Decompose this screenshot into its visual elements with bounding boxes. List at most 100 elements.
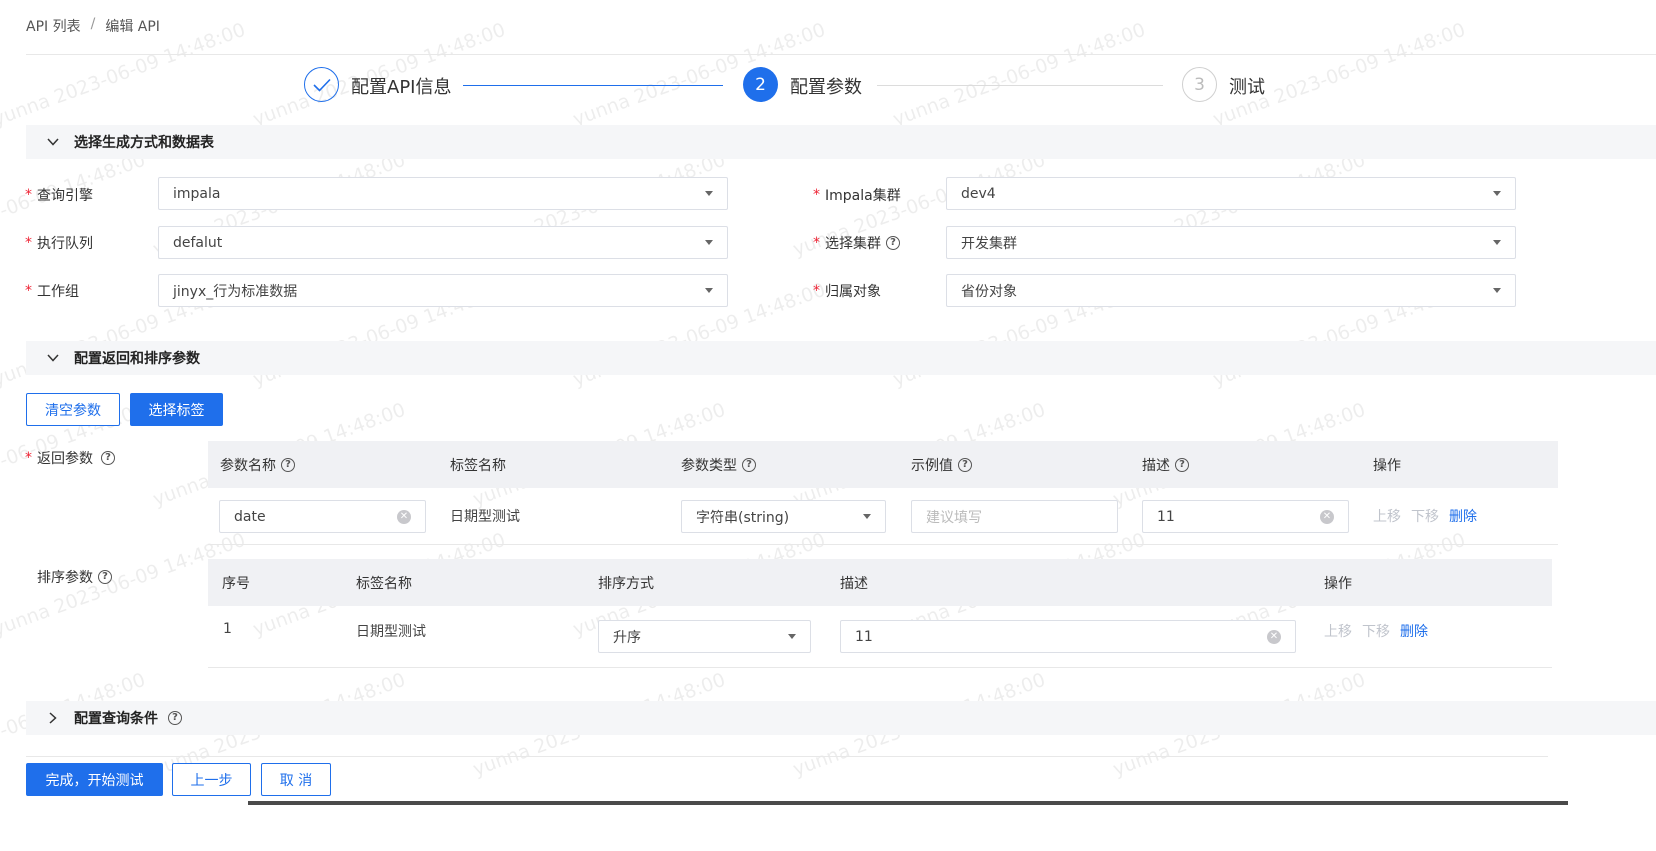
index-cell: 1 <box>223 621 232 637</box>
breadcrumb: API 列表 / 编辑 API <box>26 16 160 36</box>
breadcrumb-separator: / <box>90 16 96 32</box>
breadcrumb-root[interactable]: API 列表 <box>26 16 81 36</box>
clear-icon[interactable]: ✕ <box>1320 509 1334 524</box>
col-example: 示例值? <box>911 441 972 488</box>
table-header: 参数名称? 标签名称 参数类型? 示例值? 描述? 操作 <box>208 441 1558 488</box>
delete-button[interactable]: 删除 <box>1400 621 1428 641</box>
col-index: 序号 <box>222 575 250 592</box>
workgroup-select[interactable]: jinyx_行为标准数据 <box>158 274 728 307</box>
clear-params-button[interactable]: 清空参数 <box>26 393 120 426</box>
desc-input[interactable]: 11 ✕ <box>1142 500 1349 533</box>
sort-params-label: 排序参数? <box>37 567 112 587</box>
clear-icon[interactable]: ✕ <box>1267 629 1281 644</box>
step-connector-1 <box>463 85 723 86</box>
queue-select[interactable]: defalut <box>158 226 728 259</box>
help-icon[interactable]: ? <box>98 570 112 584</box>
footer-divider <box>26 756 1548 757</box>
impala-cluster-select[interactable]: dev4 <box>946 177 1516 210</box>
return-params-label: * 返回参数? <box>25 448 115 468</box>
col-ops: 操作 <box>1324 575 1352 592</box>
step-2-label: 配置参数 <box>790 77 862 98</box>
caret-down-icon <box>1493 191 1501 196</box>
caret-down-icon <box>705 191 713 196</box>
param-name-input[interactable]: date ✕ <box>219 500 426 533</box>
help-icon[interactable]: ? <box>958 457 972 472</box>
example-input[interactable]: 建议填写 <box>911 500 1118 533</box>
required-mark: * <box>25 450 32 466</box>
help-icon[interactable]: ? <box>886 236 900 250</box>
engine-label: * 查询引擎 <box>25 187 93 204</box>
tag-name-cell: 日期型测试 <box>450 509 520 525</box>
help-icon[interactable]: ? <box>101 451 115 465</box>
breadcrumb-current: 编辑 API <box>105 19 160 35</box>
col-ops: 操作 <box>1373 457 1401 474</box>
move-down-button[interactable]: 下移 <box>1411 506 1439 526</box>
caret-down-icon <box>705 240 713 245</box>
help-icon[interactable]: ? <box>281 457 295 472</box>
move-down-button[interactable]: 下移 <box>1362 621 1390 641</box>
tag-name-cell: 日期型测试 <box>356 624 426 640</box>
col-tag-name: 标签名称 <box>450 457 506 474</box>
select-cluster-select[interactable]: 开发集群 <box>946 226 1516 259</box>
required-mark: * <box>25 187 32 203</box>
move-up-button[interactable]: 上移 <box>1373 506 1401 526</box>
horizontal-scrollbar[interactable] <box>248 801 1568 805</box>
owner-select[interactable]: 省份对象 <box>946 274 1516 307</box>
step-connector-2 <box>877 85 1163 86</box>
engine-select[interactable]: impala <box>158 177 728 210</box>
caret-down-icon <box>863 514 871 519</box>
section-datasource-header[interactable]: 选择生成方式和数据表 <box>26 125 1656 159</box>
required-mark: * <box>25 283 32 299</box>
sort-desc-input[interactable]: 11 ✕ <box>840 620 1296 653</box>
required-mark: * <box>25 235 32 251</box>
section-title: 配置查询条件 <box>74 711 158 727</box>
step-3-number: 3 <box>1182 67 1217 102</box>
step-3-label: 测试 <box>1229 77 1265 98</box>
workgroup-label: * 工作组 <box>25 283 79 300</box>
caret-down-icon <box>1493 288 1501 293</box>
step-2-number: 2 <box>743 67 778 102</box>
section-title: 选择生成方式和数据表 <box>74 135 214 151</box>
required-mark: * <box>813 235 820 251</box>
caret-down-icon <box>788 634 796 639</box>
step-1-check-icon <box>304 67 339 102</box>
section-title: 配置返回和排序参数 <box>74 351 200 367</box>
help-icon[interactable]: ? <box>1175 457 1189 472</box>
impala-cluster-label: * Impala集群 <box>813 187 901 204</box>
help-icon[interactable]: ? <box>742 457 756 472</box>
section-params-header[interactable]: 配置返回和排序参数 <box>26 341 1656 375</box>
table-header: 序号 标签名称 排序方式 描述 操作 <box>208 559 1552 606</box>
finish-test-button[interactable]: 完成，开始测试 <box>26 763 163 796</box>
header-divider <box>26 54 1656 55</box>
queue-label: * 执行队列 <box>25 235 93 252</box>
section-query-conditions-header[interactable]: 配置查询条件 ? <box>26 701 1656 735</box>
cancel-button[interactable]: 取 消 <box>261 763 331 796</box>
select-tags-button[interactable]: 选择标签 <box>130 393 223 426</box>
required-mark: * <box>813 283 820 299</box>
clear-icon[interactable]: ✕ <box>397 509 411 524</box>
col-tag-name: 标签名称 <box>356 575 412 592</box>
watermark-text: yunna 2023-06-09 14:48:00 <box>890 18 1149 131</box>
row-divider <box>208 667 1552 668</box>
param-type-select[interactable]: 字符串(string) <box>681 500 886 533</box>
row-divider <box>208 544 1558 545</box>
required-mark: * <box>813 187 820 203</box>
caret-down-icon <box>705 288 713 293</box>
return-params-table: 参数名称? 标签名称 参数类型? 示例值? 描述? 操作 date ✕ 日期型测试… <box>208 441 1558 545</box>
chevron-down-icon <box>46 135 60 149</box>
owner-label: * 归属对象 <box>813 283 881 300</box>
col-desc: 描述? <box>1142 441 1189 488</box>
chevron-right-icon <box>46 711 60 725</box>
col-param-name: 参数名称? <box>220 441 295 488</box>
select-cluster-label: * 选择集群? <box>813 233 900 253</box>
sort-order-select[interactable]: 升序 <box>598 620 811 653</box>
delete-button[interactable]: 删除 <box>1449 506 1477 526</box>
move-up-button[interactable]: 上移 <box>1324 621 1352 641</box>
chevron-down-icon <box>46 351 60 365</box>
prev-step-button[interactable]: 上一步 <box>172 763 251 796</box>
col-order: 排序方式 <box>598 575 654 592</box>
col-param-type: 参数类型? <box>681 441 756 488</box>
help-icon[interactable]: ? <box>168 711 182 725</box>
step-1-label: 配置API信息 <box>351 77 452 98</box>
caret-down-icon <box>1493 240 1501 245</box>
